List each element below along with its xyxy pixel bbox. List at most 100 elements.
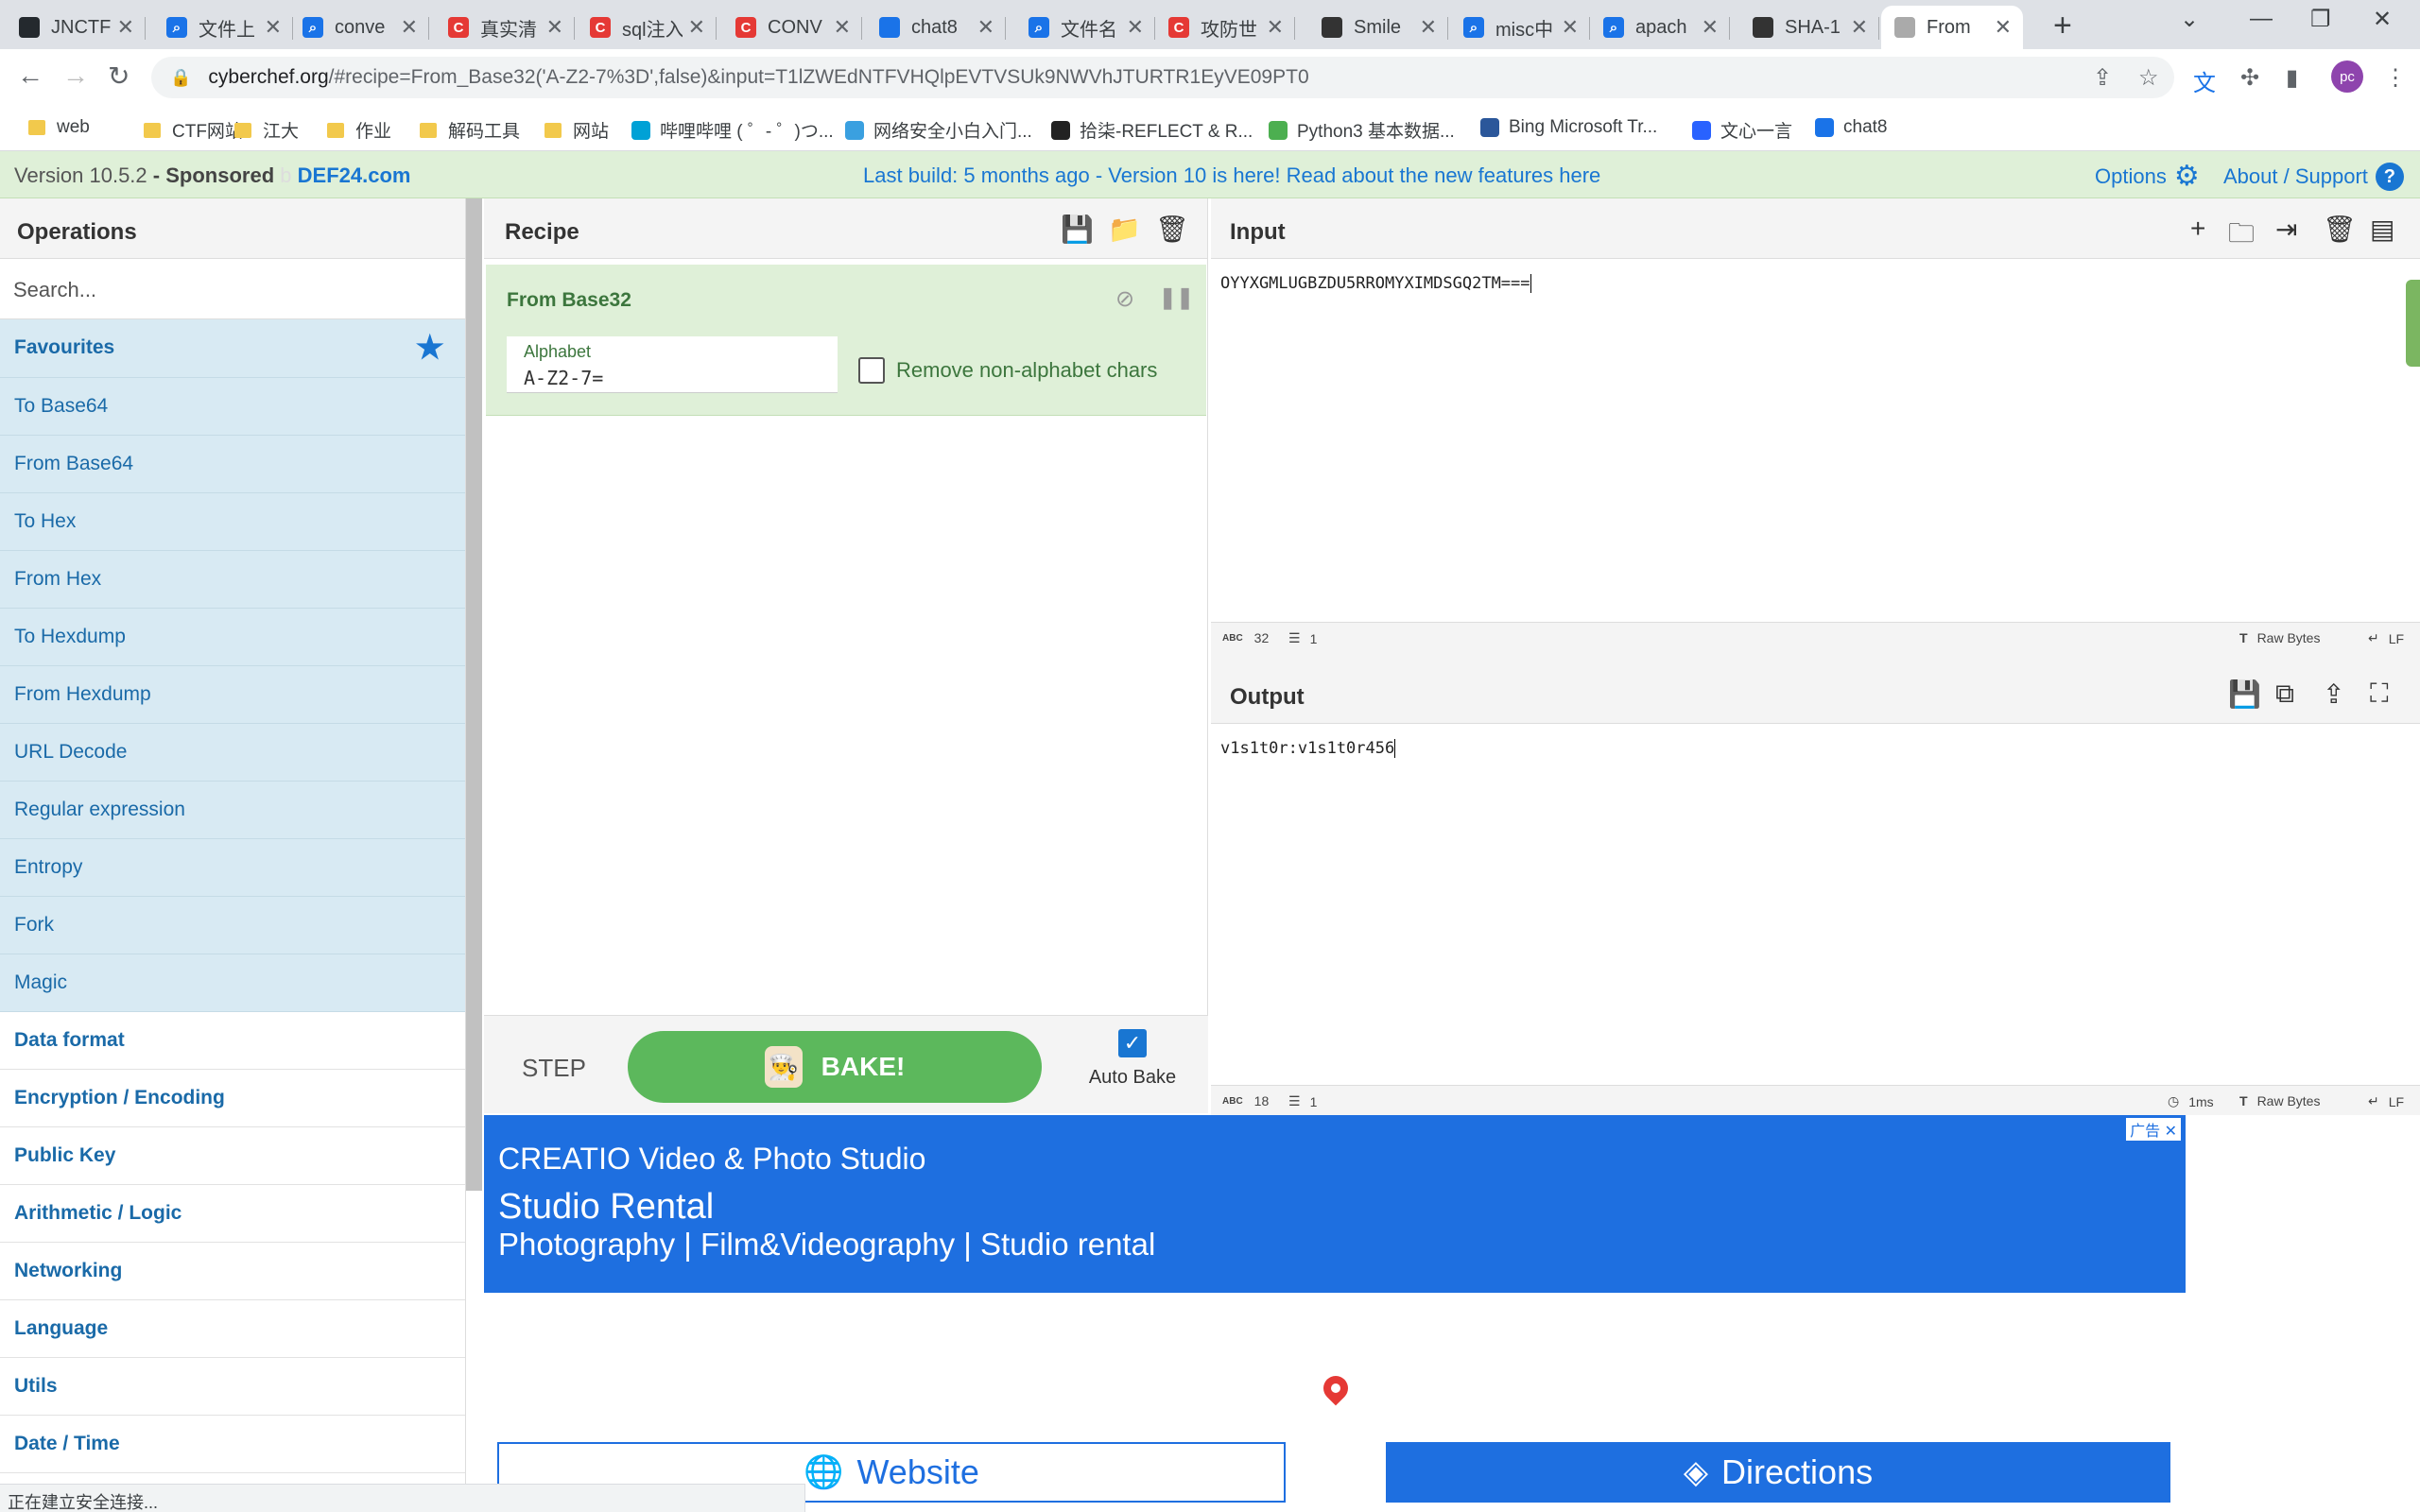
url-bar[interactable]: 🔒 cyberchef.org/#recipe=From_Base32('A-Z… xyxy=(151,57,2174,98)
restore-icon[interactable]: ❐ xyxy=(2310,6,2331,33)
browser-tab[interactable]: Smile ✕ xyxy=(1308,6,1448,49)
operation-item[interactable]: To Base64 xyxy=(0,378,465,436)
recipe-operation-card[interactable]: From Base32 ⊘ ❚❚ Alphabet A-Z2-7= Remove… xyxy=(486,265,1206,416)
close-tab-icon[interactable]: ✕ xyxy=(1562,15,1579,40)
tab-search-icon[interactable]: ⌄ xyxy=(2180,6,2199,33)
clear-recipe-icon[interactable]: 🗑 xyxy=(1155,214,1189,245)
bookmark-item[interactable]: 网络安全小白入门... xyxy=(845,117,1032,143)
operation-category[interactable]: Language xyxy=(0,1300,465,1358)
save-output-icon[interactable]: 💾 xyxy=(2228,679,2261,710)
bookmark-item[interactable]: 文心一言 xyxy=(1692,117,1792,143)
new-tab-button[interactable]: + xyxy=(2053,8,2072,44)
close-tab-icon[interactable]: ✕ xyxy=(401,15,418,40)
close-tab-icon[interactable]: ✕ xyxy=(1851,15,1868,40)
operation-item[interactable]: Regular expression xyxy=(0,782,465,839)
back-icon[interactable]: ← xyxy=(17,60,43,91)
bookmark-item[interactable]: 拾柒-REFLECT & R... xyxy=(1051,117,1253,143)
close-tab-icon[interactable]: ✕ xyxy=(1702,15,1719,40)
operation-category[interactable]: Date / Time xyxy=(0,1416,465,1473)
operation-category[interactable]: Public Key xyxy=(0,1127,465,1185)
bookmark-item[interactable]: 江大 xyxy=(234,117,299,143)
operation-category[interactable]: Data format xyxy=(0,1012,465,1070)
auto-bake-checkbox[interactable]: ✓ xyxy=(1118,1029,1147,1057)
ad-directions-button[interactable]: ◈ Directions xyxy=(1386,1442,2170,1503)
side-panel-icon[interactable]: ▮ xyxy=(2286,64,2298,92)
input-encoding[interactable]: T Raw Bytes xyxy=(2239,630,2320,645)
sponsor-link[interactable]: DEF24.com xyxy=(298,163,411,187)
browser-tab[interactable]: JNCTF ✕ xyxy=(6,6,146,49)
operation-item[interactable]: To Hexdump xyxy=(0,609,465,666)
close-tab-icon[interactable]: ✕ xyxy=(117,15,134,40)
browser-tab[interactable]: ⌕ apach ✕ xyxy=(1590,6,1730,49)
translate-icon[interactable]: 文 xyxy=(2193,64,2216,97)
input-eol[interactable]: ↵ LF xyxy=(2368,630,2404,646)
bookmark-item[interactable]: Python3 基本数据... xyxy=(1269,117,1455,143)
operations-search-input[interactable]: Search... xyxy=(0,259,465,319)
browser-tab[interactable]: ⌕ 文件上 ✕ xyxy=(153,6,293,49)
close-tab-icon[interactable]: ✕ xyxy=(265,15,282,40)
bookmark-item[interactable]: chat8 xyxy=(1815,117,1887,138)
close-tab-icon[interactable]: ✕ xyxy=(1420,15,1437,40)
operation-category[interactable]: Utils xyxy=(0,1358,465,1416)
favourites-category[interactable]: Favourites ★ xyxy=(0,319,465,378)
copy-output-icon[interactable]: ⧉ xyxy=(2275,679,2294,710)
reset-layout-icon[interactable]: ▤ xyxy=(2370,214,2394,245)
operation-category[interactable]: Networking xyxy=(0,1243,465,1300)
browser-tab[interactable]: SHA-1 ✕ xyxy=(1739,6,1879,49)
advertisement-banner[interactable]: 广告 ✕ CREATIO Video & Photo Studio Studio… xyxy=(484,1115,2186,1293)
output-encoding[interactable]: T Raw Bytes xyxy=(2239,1093,2320,1108)
operation-item[interactable]: To Hex xyxy=(0,493,465,551)
share-icon[interactable]: ⇪ xyxy=(2093,64,2112,92)
browser-tab[interactable]: ⌕ 文件名 ✕ xyxy=(1015,6,1155,49)
close-tab-icon[interactable]: ✕ xyxy=(1127,15,1144,40)
operation-category[interactable]: Encryption / Encoding xyxy=(0,1070,465,1127)
reload-icon[interactable]: ↻ xyxy=(108,60,130,92)
load-recipe-icon[interactable]: 📁 xyxy=(1108,214,1141,245)
operation-item[interactable]: Magic xyxy=(0,954,465,1012)
output-eol[interactable]: ↵ LF xyxy=(2368,1093,2404,1109)
close-tab-icon[interactable]: ✕ xyxy=(1995,15,2012,40)
bookmark-item[interactable]: CTF网站 xyxy=(144,117,243,143)
bookmark-star-icon[interactable]: ☆ xyxy=(2138,64,2159,92)
operation-item[interactable]: Fork xyxy=(0,897,465,954)
options-button[interactable]: Options ⚙ xyxy=(2095,163,2200,191)
ad-tag[interactable]: 广告 ✕ xyxy=(2125,1117,2182,1142)
bookmark-item[interactable]: 作业 xyxy=(327,117,391,143)
remove-non-alphabet-toggle[interactable]: Remove non-alphabet chars xyxy=(858,357,1157,384)
alphabet-field[interactable]: Alphabet A-Z2-7= xyxy=(507,336,838,393)
bookmark-item[interactable]: 网站 xyxy=(544,117,609,143)
close-window-icon[interactable]: ✕ xyxy=(2373,6,2392,33)
close-tab-icon[interactable]: ✕ xyxy=(834,15,851,40)
breakpoint-icon[interactable]: ❚❚ xyxy=(1159,285,1194,310)
about-support-button[interactable]: About / Support? xyxy=(2223,163,2404,191)
operations-scrollbar[interactable] xyxy=(466,198,482,1191)
operation-category[interactable]: Arithmetic / Logic xyxy=(0,1185,465,1243)
forward-icon[interactable]: → xyxy=(62,60,89,91)
browser-tab[interactable]: ⌕ conve ✕ xyxy=(289,6,429,49)
operation-item[interactable]: From Base64 xyxy=(0,436,465,493)
bookmark-item[interactable]: web xyxy=(28,117,90,138)
open-folder-icon[interactable]: 🗀 xyxy=(2228,214,2255,259)
bookmark-item[interactable]: Bing Microsoft Tr... xyxy=(1480,117,1657,138)
minimize-icon[interactable]: — xyxy=(2250,6,2273,32)
maximise-icon[interactable]: ⛶ xyxy=(2370,679,2389,710)
operation-item[interactable]: URL Decode xyxy=(0,724,465,782)
browser-tab[interactable]: Csql注入 ✕ xyxy=(577,6,717,49)
profile-avatar[interactable]: pc xyxy=(2331,60,2363,93)
browser-tab[interactable]: C CONV ✕ xyxy=(722,6,862,49)
save-recipe-icon[interactable]: 💾 xyxy=(1061,214,1094,245)
side-scrollbar[interactable] xyxy=(2406,280,2420,367)
extensions-icon[interactable]: ✣ xyxy=(2240,64,2259,92)
add-tab-icon[interactable]: + xyxy=(2190,214,2205,244)
browser-tab[interactable]: chat8 ✕ xyxy=(866,6,1006,49)
step-button[interactable]: STEP xyxy=(522,1054,586,1083)
build-notice[interactable]: Last build: 5 months ago - Version 10 is… xyxy=(863,163,1600,188)
output-textarea[interactable]: v1s1t0r:v1s1t0r456 xyxy=(1220,739,1396,758)
operation-item[interactable]: From Hex xyxy=(0,551,465,609)
disable-icon[interactable]: ⊘ xyxy=(1115,285,1134,313)
browser-tab[interactable]: C 真实清 ✕ xyxy=(435,6,575,49)
menu-icon[interactable]: ⋮ xyxy=(2384,64,2407,92)
browser-tab[interactable]: C 攻防世 ✕ xyxy=(1155,6,1295,49)
open-file-icon[interactable]: ⇥ xyxy=(2275,214,2297,245)
bookmark-item[interactable]: 解码工具 xyxy=(420,117,520,143)
